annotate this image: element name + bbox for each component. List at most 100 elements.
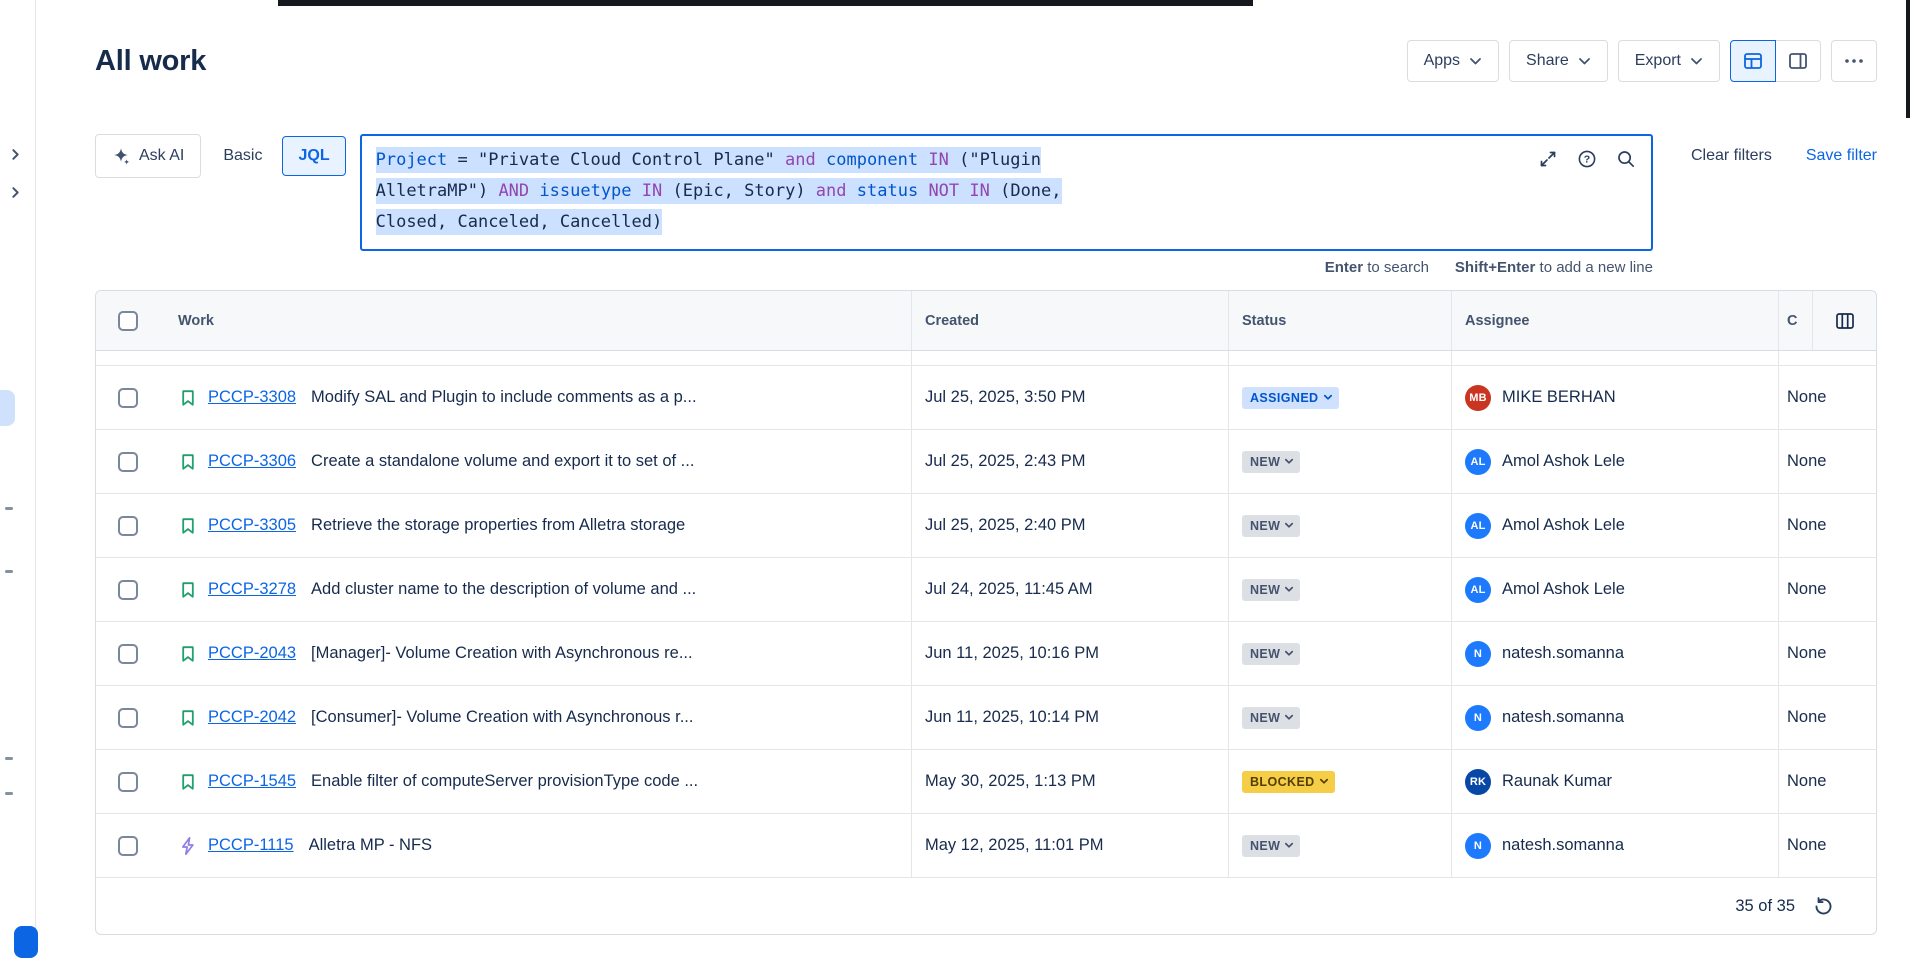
- status-dropdown[interactable]: NEW: [1242, 835, 1300, 857]
- story-icon: [178, 388, 198, 408]
- partially-scrolled-row: [96, 351, 1876, 366]
- row-checkbox[interactable]: [118, 516, 138, 536]
- expand-editor-button[interactable]: [1536, 147, 1560, 171]
- assignee-name: MIKE BERHAN: [1502, 388, 1616, 407]
- table-row[interactable]: PCCP-2042 [Consumer]- Volume Creation wi…: [96, 686, 1876, 750]
- clear-filters-button[interactable]: Clear filters: [1691, 147, 1772, 165]
- chevron-down-icon: [1469, 57, 1482, 66]
- table-view-button[interactable]: [1730, 40, 1776, 82]
- created-cell: Jul 24, 2025, 11:45 AM: [912, 558, 1229, 621]
- table-row[interactable]: PCCP-3305 Retrieve the storage propertie…: [96, 494, 1876, 558]
- table-row[interactable]: PCCP-1545 Enable filter of computeServer…: [96, 750, 1876, 814]
- issue-key-link[interactable]: PCCP-1115: [208, 836, 294, 855]
- issue-key-link[interactable]: PCCP-2043: [208, 644, 296, 663]
- jql-help-button[interactable]: ?: [1575, 147, 1599, 171]
- row-checkbox[interactable]: [118, 644, 138, 664]
- issue-summary[interactable]: Alletra MP - NFS: [309, 836, 432, 855]
- created-value: Jul 24, 2025, 11:45 AM: [925, 580, 1093, 599]
- column-settings-cell: [1812, 291, 1876, 350]
- avatar: MB: [1465, 385, 1491, 411]
- column-header-work[interactable]: Work: [160, 291, 912, 350]
- detail-view-button[interactable]: [1775, 40, 1821, 82]
- issue-key-link[interactable]: PCCP-1545: [208, 772, 296, 791]
- issue-summary[interactable]: Retrieve the storage properties from All…: [311, 516, 685, 535]
- issue-summary[interactable]: Create a standalone volume and export it…: [311, 452, 694, 471]
- extra-value: None: [1787, 772, 1826, 791]
- row-checkbox[interactable]: [118, 580, 138, 600]
- story-icon: [178, 708, 198, 728]
- table-row[interactable]: PCCP-1115 Alletra MP - NFS May 12, 2025,…: [96, 814, 1876, 878]
- row-checkbox[interactable]: [118, 708, 138, 728]
- chevron-down-icon: [1690, 57, 1703, 66]
- assignee-cell: N natesh.somanna: [1452, 686, 1779, 749]
- column-header-status[interactable]: Status: [1229, 291, 1452, 350]
- row-checkbox[interactable]: [118, 836, 138, 856]
- export-button[interactable]: Export: [1618, 40, 1720, 82]
- table-row[interactable]: PCCP-2043 [Manager]- Volume Creation wit…: [96, 622, 1876, 686]
- issue-summary[interactable]: [Consumer]- Volume Creation with Asynchr…: [311, 708, 693, 727]
- sidebar-expand-icon[interactable]: [9, 186, 22, 204]
- issue-summary[interactable]: Enable filter of computeServer provision…: [311, 772, 698, 791]
- created-cell: Jul 25, 2025, 2:40 PM: [912, 494, 1229, 557]
- status-dropdown[interactable]: ASSIGNED: [1242, 387, 1339, 409]
- table-row[interactable]: PCCP-3308 Modify SAL and Plugin to inclu…: [96, 366, 1876, 430]
- status-label: NEW: [1250, 519, 1280, 533]
- more-actions-button[interactable]: [1831, 40, 1877, 82]
- share-label: Share: [1526, 52, 1569, 70]
- work-cell: PCCP-2043 [Manager]- Volume Creation wit…: [160, 622, 912, 685]
- issue-key-link[interactable]: PCCP-3305: [208, 516, 296, 535]
- table-row[interactable]: PCCP-3278 Add cluster name to the descri…: [96, 558, 1876, 622]
- column-header-assignee[interactable]: Assignee: [1452, 291, 1779, 350]
- created-value: Jun 11, 2025, 10:14 PM: [925, 708, 1099, 727]
- issue-key-link[interactable]: PCCP-3308: [208, 388, 296, 407]
- table-row[interactable]: PCCP-3306 Create a standalone volume and…: [96, 430, 1876, 494]
- assignee-name: Amol Ashok Lele: [1502, 516, 1625, 535]
- row-checkbox[interactable]: [118, 452, 138, 472]
- select-all-checkbox[interactable]: [118, 311, 138, 331]
- search-hints: Enter to search Shift+Enter to add a new…: [1325, 259, 1653, 276]
- created-cell: May 30, 2025, 1:13 PM: [912, 750, 1229, 813]
- issue-key-link[interactable]: PCCP-3278: [208, 580, 296, 599]
- basic-mode-button[interactable]: Basic: [207, 134, 278, 178]
- column-header-created[interactable]: Created: [912, 291, 1229, 350]
- column-header-truncated[interactable]: C: [1779, 291, 1812, 350]
- created-value: May 12, 2025, 11:01 PM: [925, 836, 1104, 855]
- row-select-cell: [96, 494, 160, 557]
- refresh-button[interactable]: [1811, 894, 1836, 919]
- save-filter-button[interactable]: Save filter: [1806, 147, 1877, 165]
- created-cell: Jun 11, 2025, 10:14 PM: [912, 686, 1229, 749]
- status-cell: NEW: [1229, 622, 1452, 685]
- ask-ai-button[interactable]: Ask AI: [95, 134, 201, 178]
- status-dropdown[interactable]: NEW: [1242, 451, 1300, 473]
- page-title: All work: [95, 38, 206, 84]
- issue-summary[interactable]: [Manager]- Volume Creation with Asynchro…: [311, 644, 693, 663]
- status-dropdown[interactable]: BLOCKED: [1242, 771, 1335, 793]
- sidebar-expand-icon[interactable]: [9, 148, 22, 166]
- status-dropdown[interactable]: NEW: [1242, 579, 1300, 601]
- apps-button[interactable]: Apps: [1407, 40, 1499, 82]
- jql-input[interactable]: Project = "Private Cloud Control Plane" …: [360, 134, 1653, 251]
- chevron-down-icon: [1284, 842, 1294, 849]
- issue-summary[interactable]: Modify SAL and Plugin to include comment…: [311, 388, 697, 407]
- view-switcher: [1730, 40, 1821, 82]
- work-cell: PCCP-2042 [Consumer]- Volume Creation wi…: [160, 686, 912, 749]
- extra-value: None: [1787, 836, 1826, 855]
- sidebar-active-item[interactable]: [0, 390, 15, 426]
- status-dropdown[interactable]: NEW: [1242, 643, 1300, 665]
- row-checkbox[interactable]: [118, 388, 138, 408]
- share-button[interactable]: Share: [1509, 40, 1608, 82]
- detail-view-icon: [1787, 50, 1809, 72]
- row-checkbox[interactable]: [118, 772, 138, 792]
- status-dropdown[interactable]: NEW: [1242, 515, 1300, 537]
- extra-cell: None: [1779, 686, 1876, 749]
- jql-mode-button[interactable]: JQL: [282, 136, 345, 176]
- table-footer: 35 of 35: [96, 878, 1876, 934]
- created-value: Jul 25, 2025, 2:40 PM: [925, 516, 1086, 535]
- issue-key-link[interactable]: PCCP-2042: [208, 708, 296, 727]
- column-settings-button[interactable]: [1832, 308, 1858, 334]
- row-select-cell: [96, 622, 160, 685]
- issue-summary[interactable]: Add cluster name to the description of v…: [311, 580, 696, 599]
- status-dropdown[interactable]: NEW: [1242, 707, 1300, 729]
- search-button[interactable]: [1614, 147, 1638, 171]
- issue-key-link[interactable]: PCCP-3306: [208, 452, 296, 471]
